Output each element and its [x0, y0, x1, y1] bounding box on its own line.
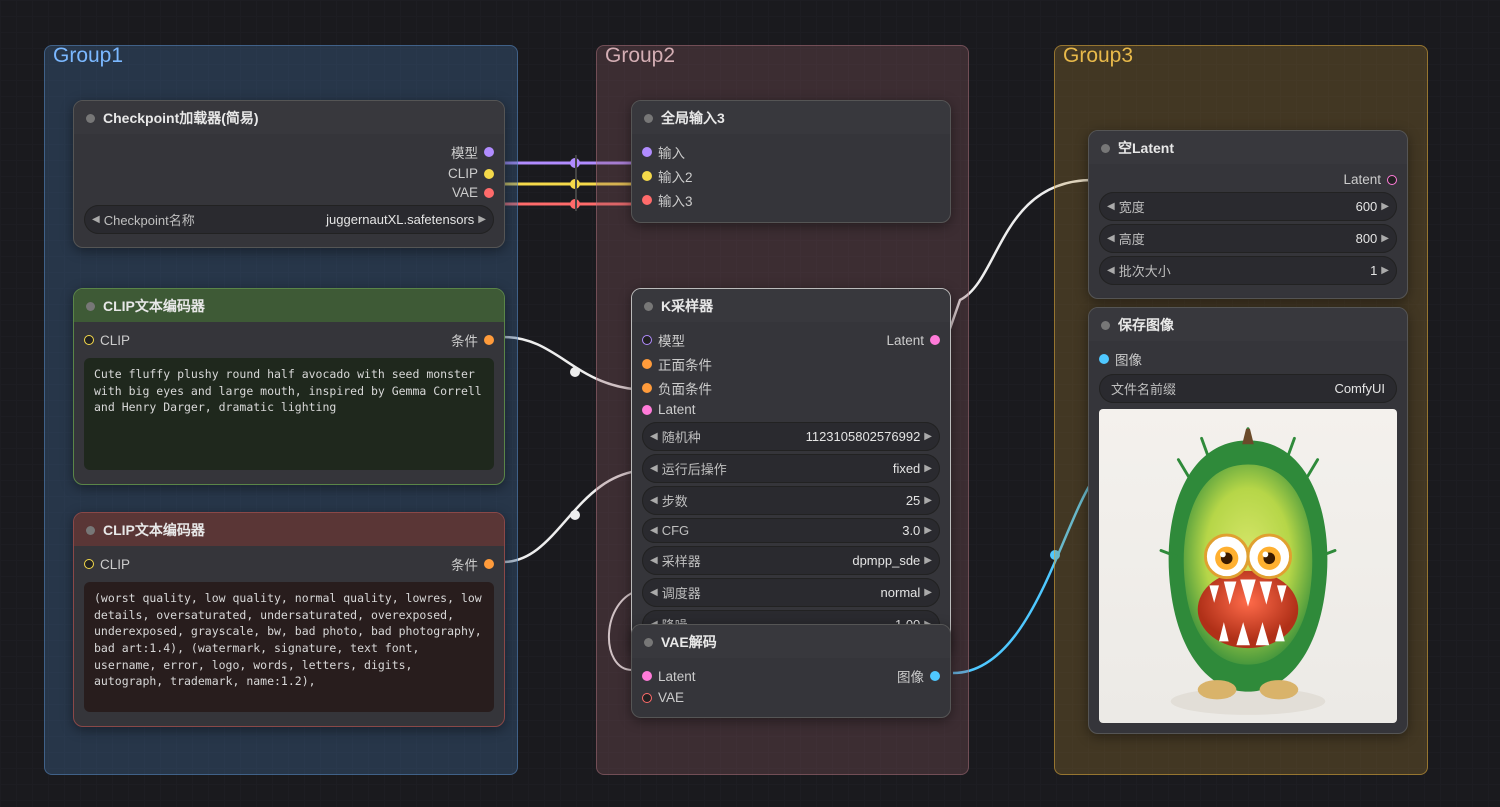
node-clip-negative[interactable]: CLIP文本编码器 CLIP 条件 (worst quality, low qu… — [73, 512, 505, 727]
negative-prompt-textarea[interactable]: (worst quality, low quality, normal qual… — [84, 582, 494, 712]
prompt-textarea[interactable]: Cute fluffy plushy round half avocado wi… — [84, 358, 494, 470]
node-empty-latent[interactable]: 空Latent Latent ◀宽度600▶ ◀高度800▶ ◀批次大小1▶ — [1088, 130, 1408, 299]
collapse-dot-icon[interactable] — [644, 302, 653, 311]
group1-title: Group1 — [53, 44, 123, 68]
port-icon — [642, 405, 652, 415]
port-icon — [930, 671, 940, 681]
cfg-widget[interactable]: ◀CFG3.0▶ — [642, 518, 940, 543]
collapse-dot-icon[interactable] — [1101, 321, 1110, 330]
node-title: CLIP文本编码器 — [103, 520, 205, 540]
steps-widget[interactable]: ◀步数25▶ — [642, 486, 940, 515]
scheduler-widget[interactable]: ◀调度器normal▶ — [642, 578, 940, 607]
output-conditioning[interactable]: 条件 — [451, 552, 494, 576]
group2-title: Group2 — [605, 44, 675, 68]
node-clip-positive[interactable]: CLIP文本编码器 CLIP 条件 Cute fluffy plushy rou… — [73, 288, 505, 485]
port-icon — [642, 671, 652, 681]
height-widget[interactable]: ◀高度800▶ — [1099, 224, 1397, 253]
input-image[interactable]: 图像 — [1099, 347, 1397, 371]
avocado-plush-illustration — [1132, 411, 1364, 721]
collapse-dot-icon[interactable] — [86, 526, 95, 535]
chevron-left-icon: ◀ — [92, 214, 100, 225]
input-clip[interactable]: CLIP — [84, 552, 130, 576]
node-title: Checkpoint加载器(简易) — [103, 108, 259, 128]
port-icon — [642, 383, 652, 393]
input-vae[interactable]: VAE — [642, 688, 940, 707]
port-icon — [642, 195, 652, 205]
input-2[interactable]: 输入2 — [642, 164, 940, 188]
port-icon — [930, 335, 940, 345]
checkpoint-name-widget[interactable]: ◀ Checkpoint名称 juggernautXL.safetensors … — [84, 205, 494, 234]
port-icon — [84, 335, 94, 345]
input-model[interactable]: 模型 — [642, 328, 685, 352]
node-checkpoint-loader[interactable]: Checkpoint加载器(简易) 模型 CLIP VAE ◀ Checkpoi… — [73, 100, 505, 248]
node-title: 保存图像 — [1118, 315, 1174, 335]
node-save-image[interactable]: 保存图像 图像 文件名前缀ComfyUI — [1088, 307, 1408, 734]
port-icon — [642, 359, 652, 369]
output-model[interactable]: 模型 — [84, 140, 494, 164]
port-icon — [484, 559, 494, 569]
input-1[interactable]: 输入 — [642, 140, 940, 164]
filename-prefix-widget[interactable]: 文件名前缀ComfyUI — [1099, 374, 1397, 403]
collapse-dot-icon[interactable] — [644, 638, 653, 647]
chevron-right-icon: ▶ — [478, 214, 486, 225]
node-ksampler[interactable]: K采样器 模型 Latent 正面条件 负面条件 Latent ◀随机种1123… — [631, 288, 951, 653]
group3-title: Group3 — [1063, 44, 1133, 68]
output-conditioning[interactable]: 条件 — [451, 328, 494, 352]
port-icon — [1387, 175, 1397, 185]
batch-widget[interactable]: ◀批次大小1▶ — [1099, 256, 1397, 285]
node-title: CLIP文本编码器 — [103, 296, 205, 316]
input-clip[interactable]: CLIP — [84, 328, 130, 352]
control-widget[interactable]: ◀运行后操作fixed▶ — [642, 454, 940, 483]
node-title: 空Latent — [1118, 138, 1174, 158]
input-positive[interactable]: 正面条件 — [642, 352, 940, 376]
port-icon — [484, 147, 494, 157]
port-icon — [1099, 354, 1109, 364]
input-negative[interactable]: 负面条件 — [642, 376, 940, 400]
node-title: VAE解码 — [661, 632, 717, 652]
port-icon — [484, 335, 494, 345]
port-icon — [484, 188, 494, 198]
output-image-preview[interactable] — [1099, 409, 1397, 723]
output-image[interactable]: 图像 — [897, 664, 940, 688]
node-title: K采样器 — [661, 296, 713, 316]
output-clip[interactable]: CLIP — [84, 164, 494, 183]
node-global-input[interactable]: 全局输入3 输入 输入2 输入3 — [631, 100, 951, 223]
output-vae[interactable]: VAE — [84, 183, 494, 202]
node-vae-decode[interactable]: VAE解码 Latent 图像 VAE — [631, 624, 951, 718]
output-latent[interactable]: Latent — [1099, 170, 1397, 189]
reroute-divider — [575, 155, 577, 211]
input-latent[interactable]: Latent — [642, 400, 940, 419]
port-icon — [642, 147, 652, 157]
width-widget[interactable]: ◀宽度600▶ — [1099, 192, 1397, 221]
collapse-dot-icon[interactable] — [1101, 144, 1110, 153]
collapse-dot-icon[interactable] — [644, 114, 653, 123]
collapse-dot-icon[interactable] — [86, 302, 95, 311]
port-icon — [642, 335, 652, 345]
seed-widget[interactable]: ◀随机种1123105802576992▶ — [642, 422, 940, 451]
output-latent[interactable]: Latent — [886, 328, 940, 352]
port-icon — [484, 169, 494, 179]
port-icon — [84, 559, 94, 569]
port-icon — [642, 171, 652, 181]
collapse-dot-icon[interactable] — [86, 114, 95, 123]
node-title: 全局输入3 — [661, 108, 725, 128]
input-latent[interactable]: Latent — [642, 664, 696, 688]
sampler-widget[interactable]: ◀采样器dpmpp_sde▶ — [642, 546, 940, 575]
port-icon — [642, 693, 652, 703]
input-3[interactable]: 输入3 — [642, 188, 940, 212]
